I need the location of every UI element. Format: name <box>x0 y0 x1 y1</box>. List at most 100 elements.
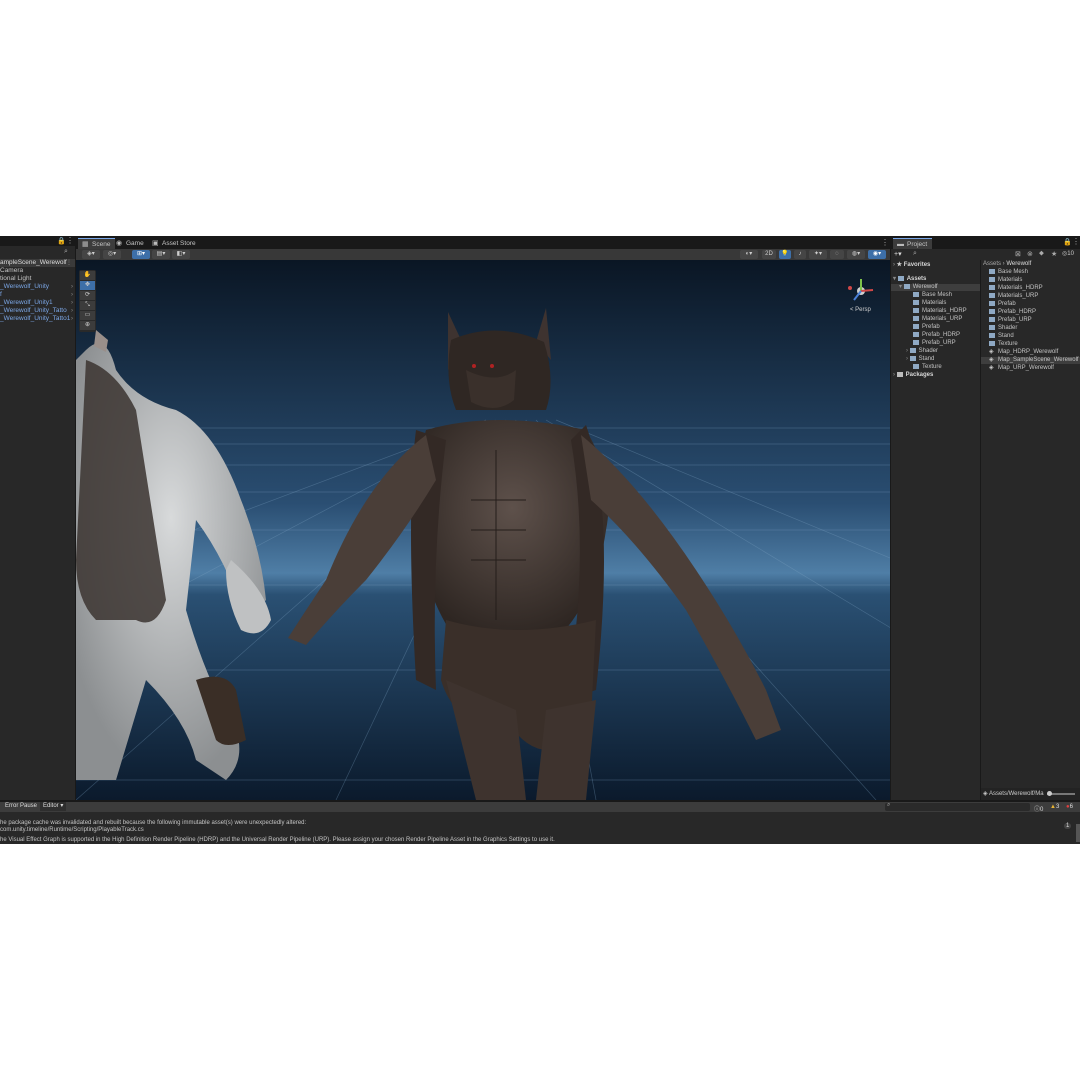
file-item[interactable]: ◈ Map_HDRP_Werewolf <box>989 349 1058 356</box>
tab-asset-store[interactable]: ▣ Asset Store <box>148 238 201 249</box>
console-log-entry[interactable]: he package cache was invalidated and reb… <box>0 820 306 826</box>
tab-label: Asset Store <box>162 240 196 247</box>
tab-game[interactable]: ◉ Game <box>112 238 149 249</box>
console-log-entry[interactable]: he Visual Effect Graph is supported in t… <box>0 837 555 843</box>
hierarchy-item[interactable]: _Werewolf_Unity_Tatto1 › <box>0 315 75 323</box>
more-options-icon[interactable]: ⋮ <box>66 236 74 245</box>
scene-viewport[interactable]: < Persp <box>76 260 890 800</box>
hierarchy-search-bar[interactable]: ⌕ <box>0 248 75 258</box>
tree-item[interactable]: Prefab_URP <box>913 340 956 347</box>
transform-tool-icon[interactable]: ⊕ <box>80 321 95 330</box>
file-item[interactable]: Shader <box>989 325 1017 332</box>
breadcrumb-werewolf[interactable]: Werewolf <box>1006 261 1031 267</box>
slider-handle[interactable] <box>1047 791 1052 796</box>
hierarchy-item[interactable]: tional Light <box>0 275 31 283</box>
filter-type-icon[interactable]: ⊠ <box>1015 250 1021 258</box>
console-scrollbar[interactable] <box>1076 824 1080 842</box>
chevron-right-icon[interactable]: › <box>71 291 73 299</box>
hierarchy-panel: 🔒 ⋮ ⌕ ampleScene_Werewolf ⋮ Camera tiona… <box>0 236 75 800</box>
scale-tool-icon[interactable]: ⤡ <box>80 301 95 310</box>
effects-dropdown[interactable]: ✦▾ <box>809 250 827 259</box>
console-log-entry[interactable]: com.unity.timeline/Runtime/Scripting/Pla… <box>0 827 144 833</box>
file-item[interactable]: Base Mesh <box>989 269 1028 276</box>
breadcrumb-assets[interactable]: Assets <box>983 261 1001 267</box>
hierarchy-item[interactable]: _Werewolf_Unity_Tatto › <box>0 307 75 315</box>
tree-item[interactable]: Materials <box>913 300 946 307</box>
icon-size-slider[interactable] <box>1047 791 1075 796</box>
rect-tool-icon[interactable]: ▭ <box>80 311 95 320</box>
favorites-row[interactable]: › ★ Favorites <box>893 262 930 269</box>
hand-tool-icon[interactable]: ✋ <box>80 271 95 280</box>
axis-gizmo-icon <box>848 279 874 301</box>
packages-row[interactable]: › Packages <box>893 372 933 379</box>
info-count-badge[interactable]: ⓘ0 <box>1034 804 1043 813</box>
hierarchy-item[interactable]: f › <box>0 291 75 299</box>
hierarchy-item[interactable]: _Werewolf_Unity › <box>0 283 75 291</box>
projection-label[interactable]: < Persp <box>850 307 871 313</box>
file-item[interactable]: Prefab_URP <box>989 317 1032 324</box>
audio-toggle-icon[interactable]: ♪ <box>794 250 806 259</box>
filter-label-icon[interactable]: ⊗ <box>1027 250 1033 258</box>
tree-item[interactable]: Materials_URP <box>913 316 962 323</box>
hidden-objects-icon[interactable]: ◌ <box>830 250 844 259</box>
hierarchy-item[interactable]: Camera <box>0 267 23 275</box>
editor-dropdown[interactable]: Editor ▾ <box>40 802 67 811</box>
grid-snap-dropdown[interactable]: ⊞▾ <box>132 250 150 259</box>
file-item[interactable]: Prefab_HDRP <box>989 309 1036 316</box>
toggle-2d-button[interactable]: 2D <box>762 250 776 259</box>
chevron-right-icon[interactable]: › <box>71 299 73 307</box>
tree-item[interactable]: › Stand <box>906 356 934 363</box>
draw-mode-dropdown[interactable]: ◐▾ <box>740 250 758 259</box>
tree-item[interactable]: Prefab <box>913 324 940 331</box>
more-options-icon[interactable]: ⋮ <box>881 238 889 247</box>
gizmos-dropdown[interactable]: ◉▾ <box>868 250 886 259</box>
tree-item[interactable]: Texture <box>913 364 942 371</box>
error-count-badge[interactable]: ●6 <box>1066 804 1073 810</box>
hidden-packages-count[interactable]: ◎10 <box>1062 250 1074 257</box>
file-item[interactable]: Materials <box>989 277 1022 284</box>
tree-item[interactable]: Prefab_HDRP <box>913 332 960 339</box>
search-icon[interactable]: ⌕ <box>913 250 917 258</box>
camera-dropdown[interactable]: ◍▾ <box>847 250 865 259</box>
snap-increment-dropdown[interactable]: ▤▾ <box>152 250 170 259</box>
search-icon: ⌕ <box>887 802 891 808</box>
tree-item[interactable]: › Shader <box>906 348 938 355</box>
lock-icon[interactable]: 🔒 <box>57 237 66 245</box>
unity-scene-icon: ◈ <box>989 357 994 363</box>
console-search-input[interactable]: ⌕ <box>885 802 1030 811</box>
tag-icon[interactable]: ⬥ <box>1039 250 1044 258</box>
file-item[interactable]: Texture <box>989 341 1018 348</box>
tree-item-werewolf[interactable]: ▾ Werewolf <box>891 284 980 291</box>
folder-icon <box>909 356 916 361</box>
tree-item[interactable]: Base Mesh <box>913 292 952 299</box>
orientation-gizmo[interactable] <box>846 276 876 306</box>
pivot-dropdown[interactable]: ◎▾ <box>103 250 121 259</box>
scene-menu-icon[interactable]: ⋮ <box>66 259 72 267</box>
chevron-right-icon[interactable]: › <box>71 315 73 323</box>
warning-count-badge[interactable]: ▲3 <box>1050 804 1059 810</box>
assets-row[interactable]: ▾ Assets <box>893 276 926 283</box>
orientation-dropdown[interactable]: ◧▾ <box>172 250 190 259</box>
gizmo-tool-dropdown[interactable]: ◈▾ <box>82 250 100 259</box>
lighting-toggle-icon[interactable]: 💡 <box>779 250 791 259</box>
file-item[interactable]: Prefab <box>989 301 1016 308</box>
file-item[interactable]: Materials_URP <box>989 293 1038 300</box>
file-item[interactable]: ◈ Map_URP_Werewolf <box>989 365 1054 372</box>
file-item-selected[interactable]: ◈ Map_SampleScene_Werewolf <box>981 357 1080 364</box>
rotate-tool-icon[interactable]: ⟳ <box>80 291 95 300</box>
file-item[interactable]: Materials_HDRP <box>989 285 1043 292</box>
chevron-right-icon[interactable]: › <box>71 283 73 291</box>
error-pause-toggle[interactable]: Error Pause <box>5 803 37 809</box>
chevron-right-icon[interactable]: › <box>71 307 73 315</box>
add-asset-icon[interactable]: +▾ <box>894 250 902 258</box>
breadcrumb: Assets › Werewolf <box>983 261 1031 268</box>
file-item[interactable]: Stand <box>989 333 1014 340</box>
tab-label: Game <box>126 240 144 247</box>
more-options-icon[interactable]: ⋮ <box>1072 237 1080 246</box>
tree-item[interactable]: Materials_HDRP <box>913 308 967 315</box>
lock-icon[interactable]: 🔒 <box>1063 238 1072 246</box>
star-icon[interactable]: ★ <box>1051 250 1057 258</box>
hierarchy-item[interactable]: _Werewolf_Unity1 › <box>0 299 75 307</box>
scene-root-row[interactable]: ampleScene_Werewolf ⋮ <box>0 259 75 267</box>
move-tool-icon[interactable]: ✥ <box>80 281 95 290</box>
